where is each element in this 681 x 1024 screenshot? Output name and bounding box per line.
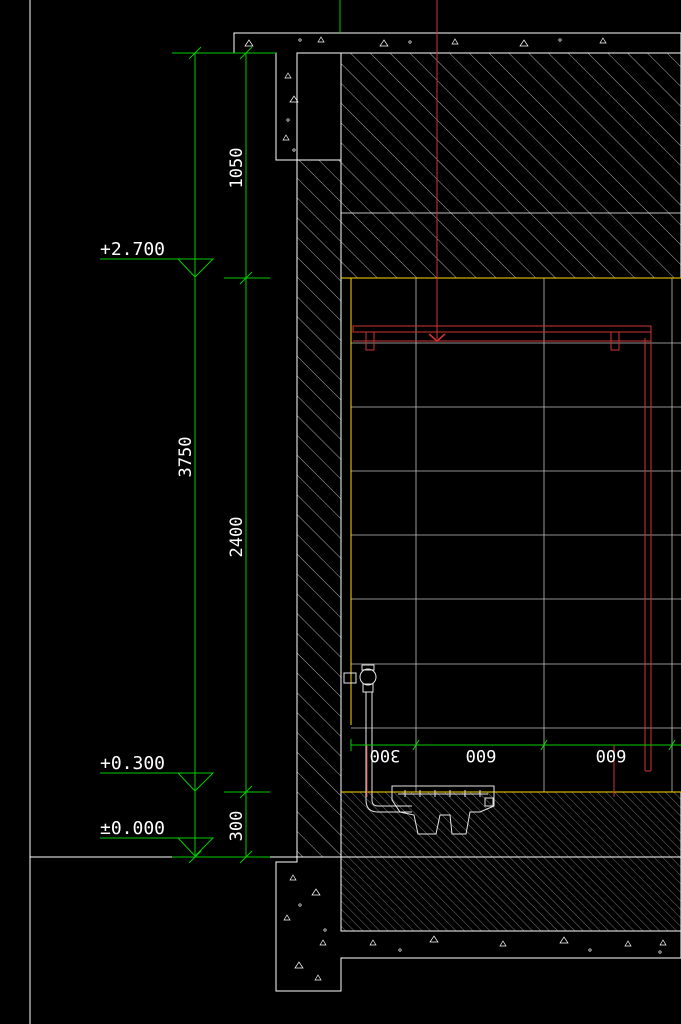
wall-tile-grid bbox=[351, 277, 681, 792]
dimension-segment: 2400 bbox=[227, 517, 247, 558]
floor-finish-layer bbox=[340, 791, 681, 932]
cad-elevation-drawing: +2.700 +0.300 ±0.000 3750 1050 2400 300 … bbox=[29, 0, 681, 1024]
dimension-overall: 3750 bbox=[176, 437, 196, 478]
dimension-horizontal: 600 bbox=[466, 745, 497, 765]
level-marker-0: ±0.000 bbox=[100, 818, 215, 857]
level-marker-2700: +2.700 bbox=[100, 239, 215, 278]
ceiling-beam bbox=[340, 52, 681, 279]
frame-lines bbox=[29, 0, 300, 1024]
flush-valve-icon bbox=[343, 664, 412, 813]
level-label: ±0.000 bbox=[100, 818, 165, 839]
level-label: +0.300 bbox=[100, 753, 165, 774]
dimension-segment: 1050 bbox=[227, 148, 247, 189]
level-label: +2.700 bbox=[100, 239, 165, 260]
brick-wall bbox=[296, 159, 342, 858]
dimension-segment: 300 bbox=[227, 811, 247, 842]
dimension-horizontal: 300 bbox=[370, 745, 401, 765]
level-marker-300: +0.300 bbox=[100, 753, 215, 792]
dimension-horizontal: 600 bbox=[596, 745, 627, 765]
